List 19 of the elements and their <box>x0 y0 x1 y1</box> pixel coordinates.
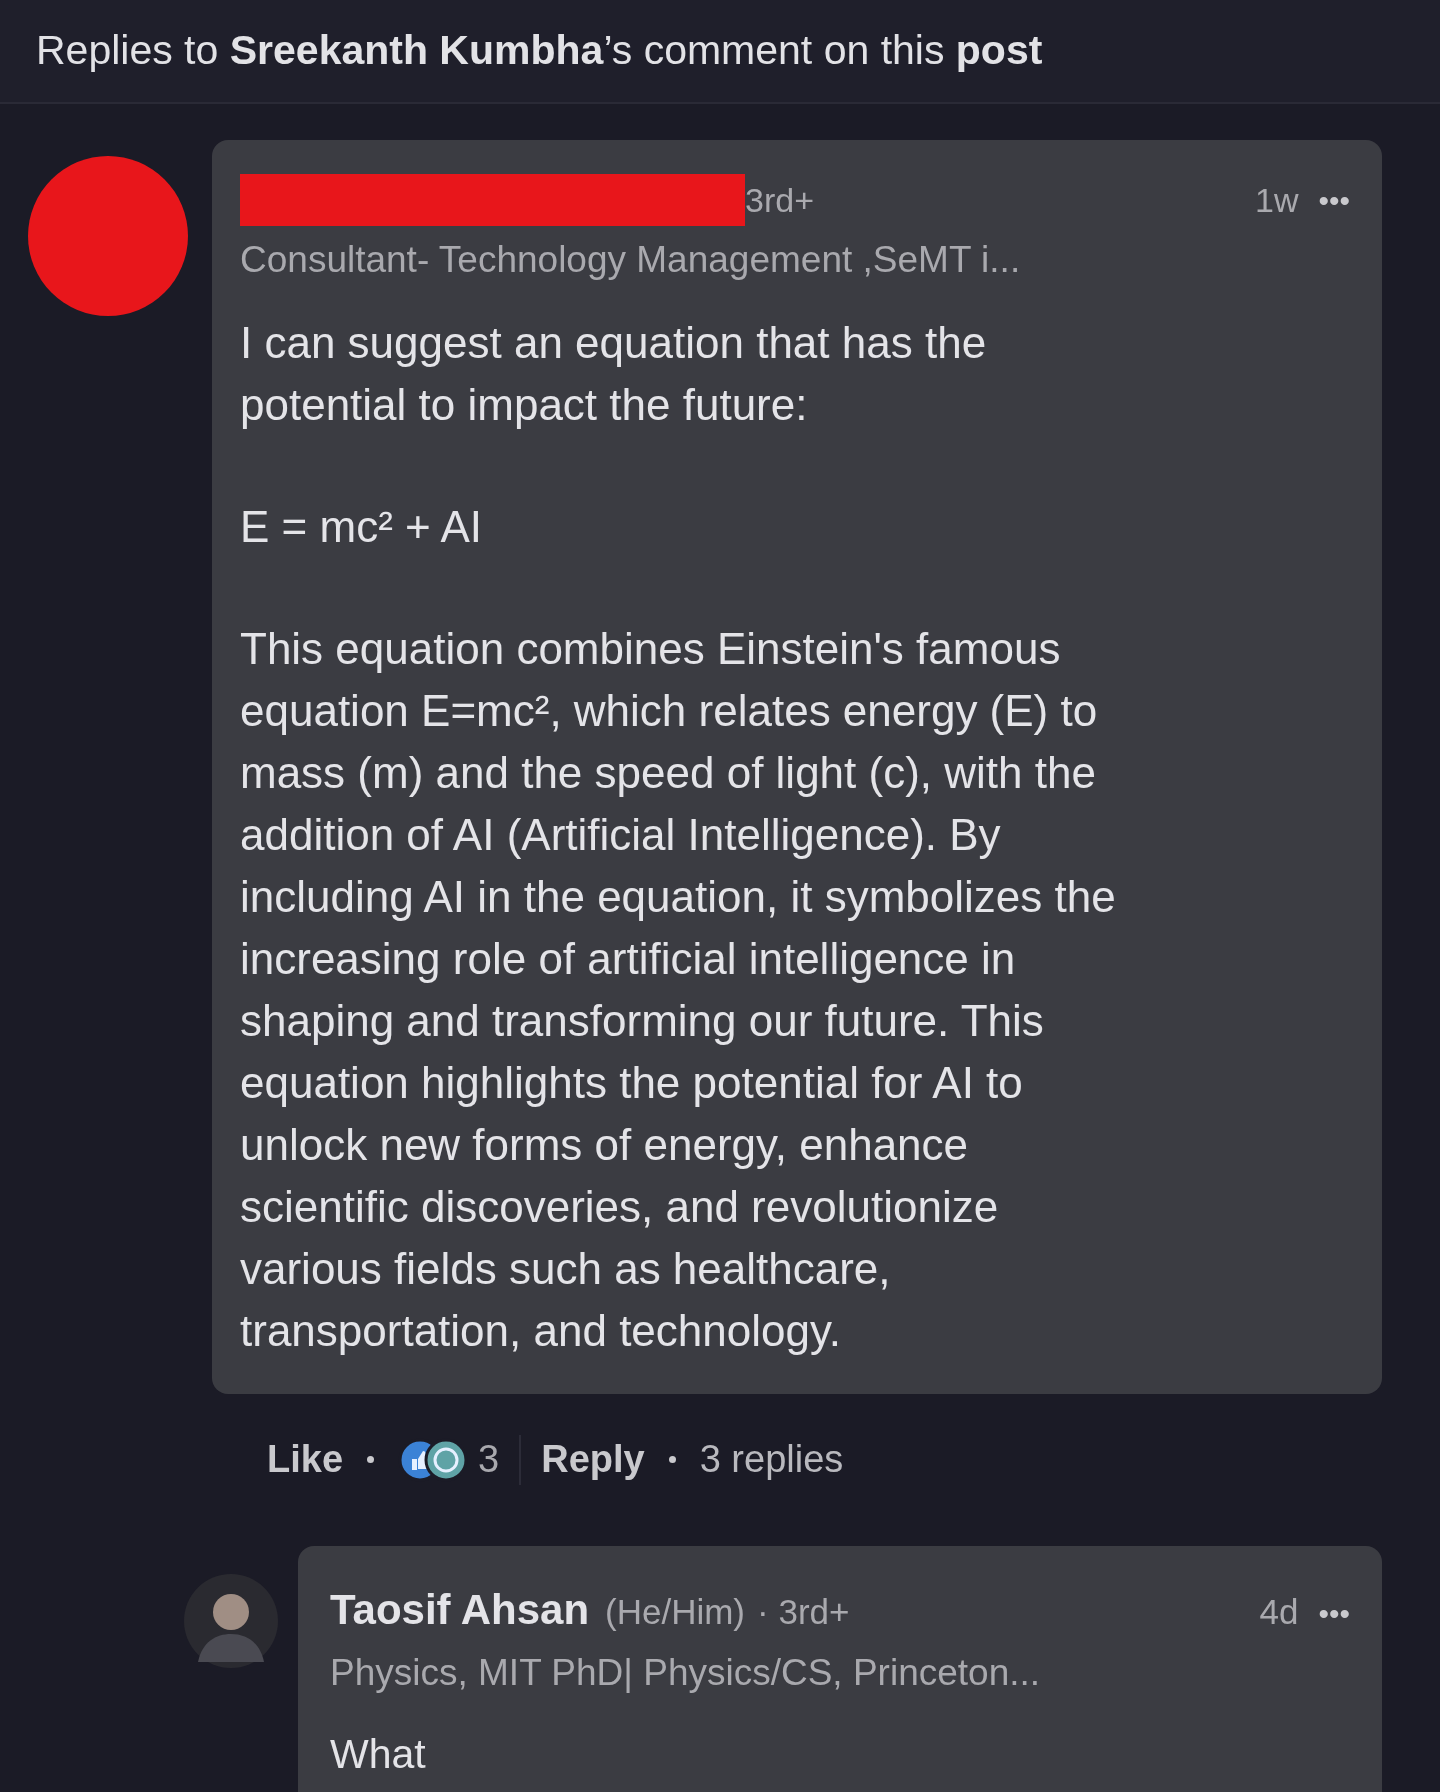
timestamp: 1w <box>1255 179 1299 221</box>
pronouns: (He/Him) <box>605 1590 746 1633</box>
headline: Physics, MIT PhD| Physics/CS, Princeton... <box>330 1650 1042 1695</box>
like-button[interactable]: Like <box>267 1431 344 1488</box>
timestamp: 4d <box>1259 1590 1299 1633</box>
author-name[interactable]: Taosif Ahsan <box>330 1577 590 1641</box>
reply-button[interactable]: Reply <box>541 1431 645 1488</box>
more-button[interactable]: ••• <box>1318 177 1350 223</box>
header-title: Replies to Sreekanth Kumbha’s comment on this post <box>36 26 1043 76</box>
replies-link[interactable]: 3 replies <box>699 1431 844 1488</box>
comment-text: E = mc² + AI <box>240 500 484 553</box>
more-button[interactable]: ••• <box>1318 1590 1350 1636</box>
connection-degree: 3rd+ <box>745 179 814 221</box>
reaction-count: 3 <box>478 1437 500 1482</box>
comment-text: I can suggest an equation that has the potential to impact the future: <box>240 316 988 431</box>
reply-text: What <box>330 1730 427 1779</box>
comment-text: This equation combines Einstein's famous equation E=mc², which relates energy (E) to mass (m) and the speed of light (c), with the addition of AI (Artificial Intelligence). By including AI in the equation, it symbolizes the increasing role of artificial intelligence in shaping and transforming our future. This equation highlights the potential for AI to unlock new forms of energy, enhance scientific discoveries, and revolutionize various fields such as healthcare, transportation, and technology. <box>240 622 1117 1357</box>
headline: Consultant- Technology Management ,SeMT i... <box>240 238 1022 282</box>
connection-degree: · 3rd+ <box>757 1590 850 1633</box>
